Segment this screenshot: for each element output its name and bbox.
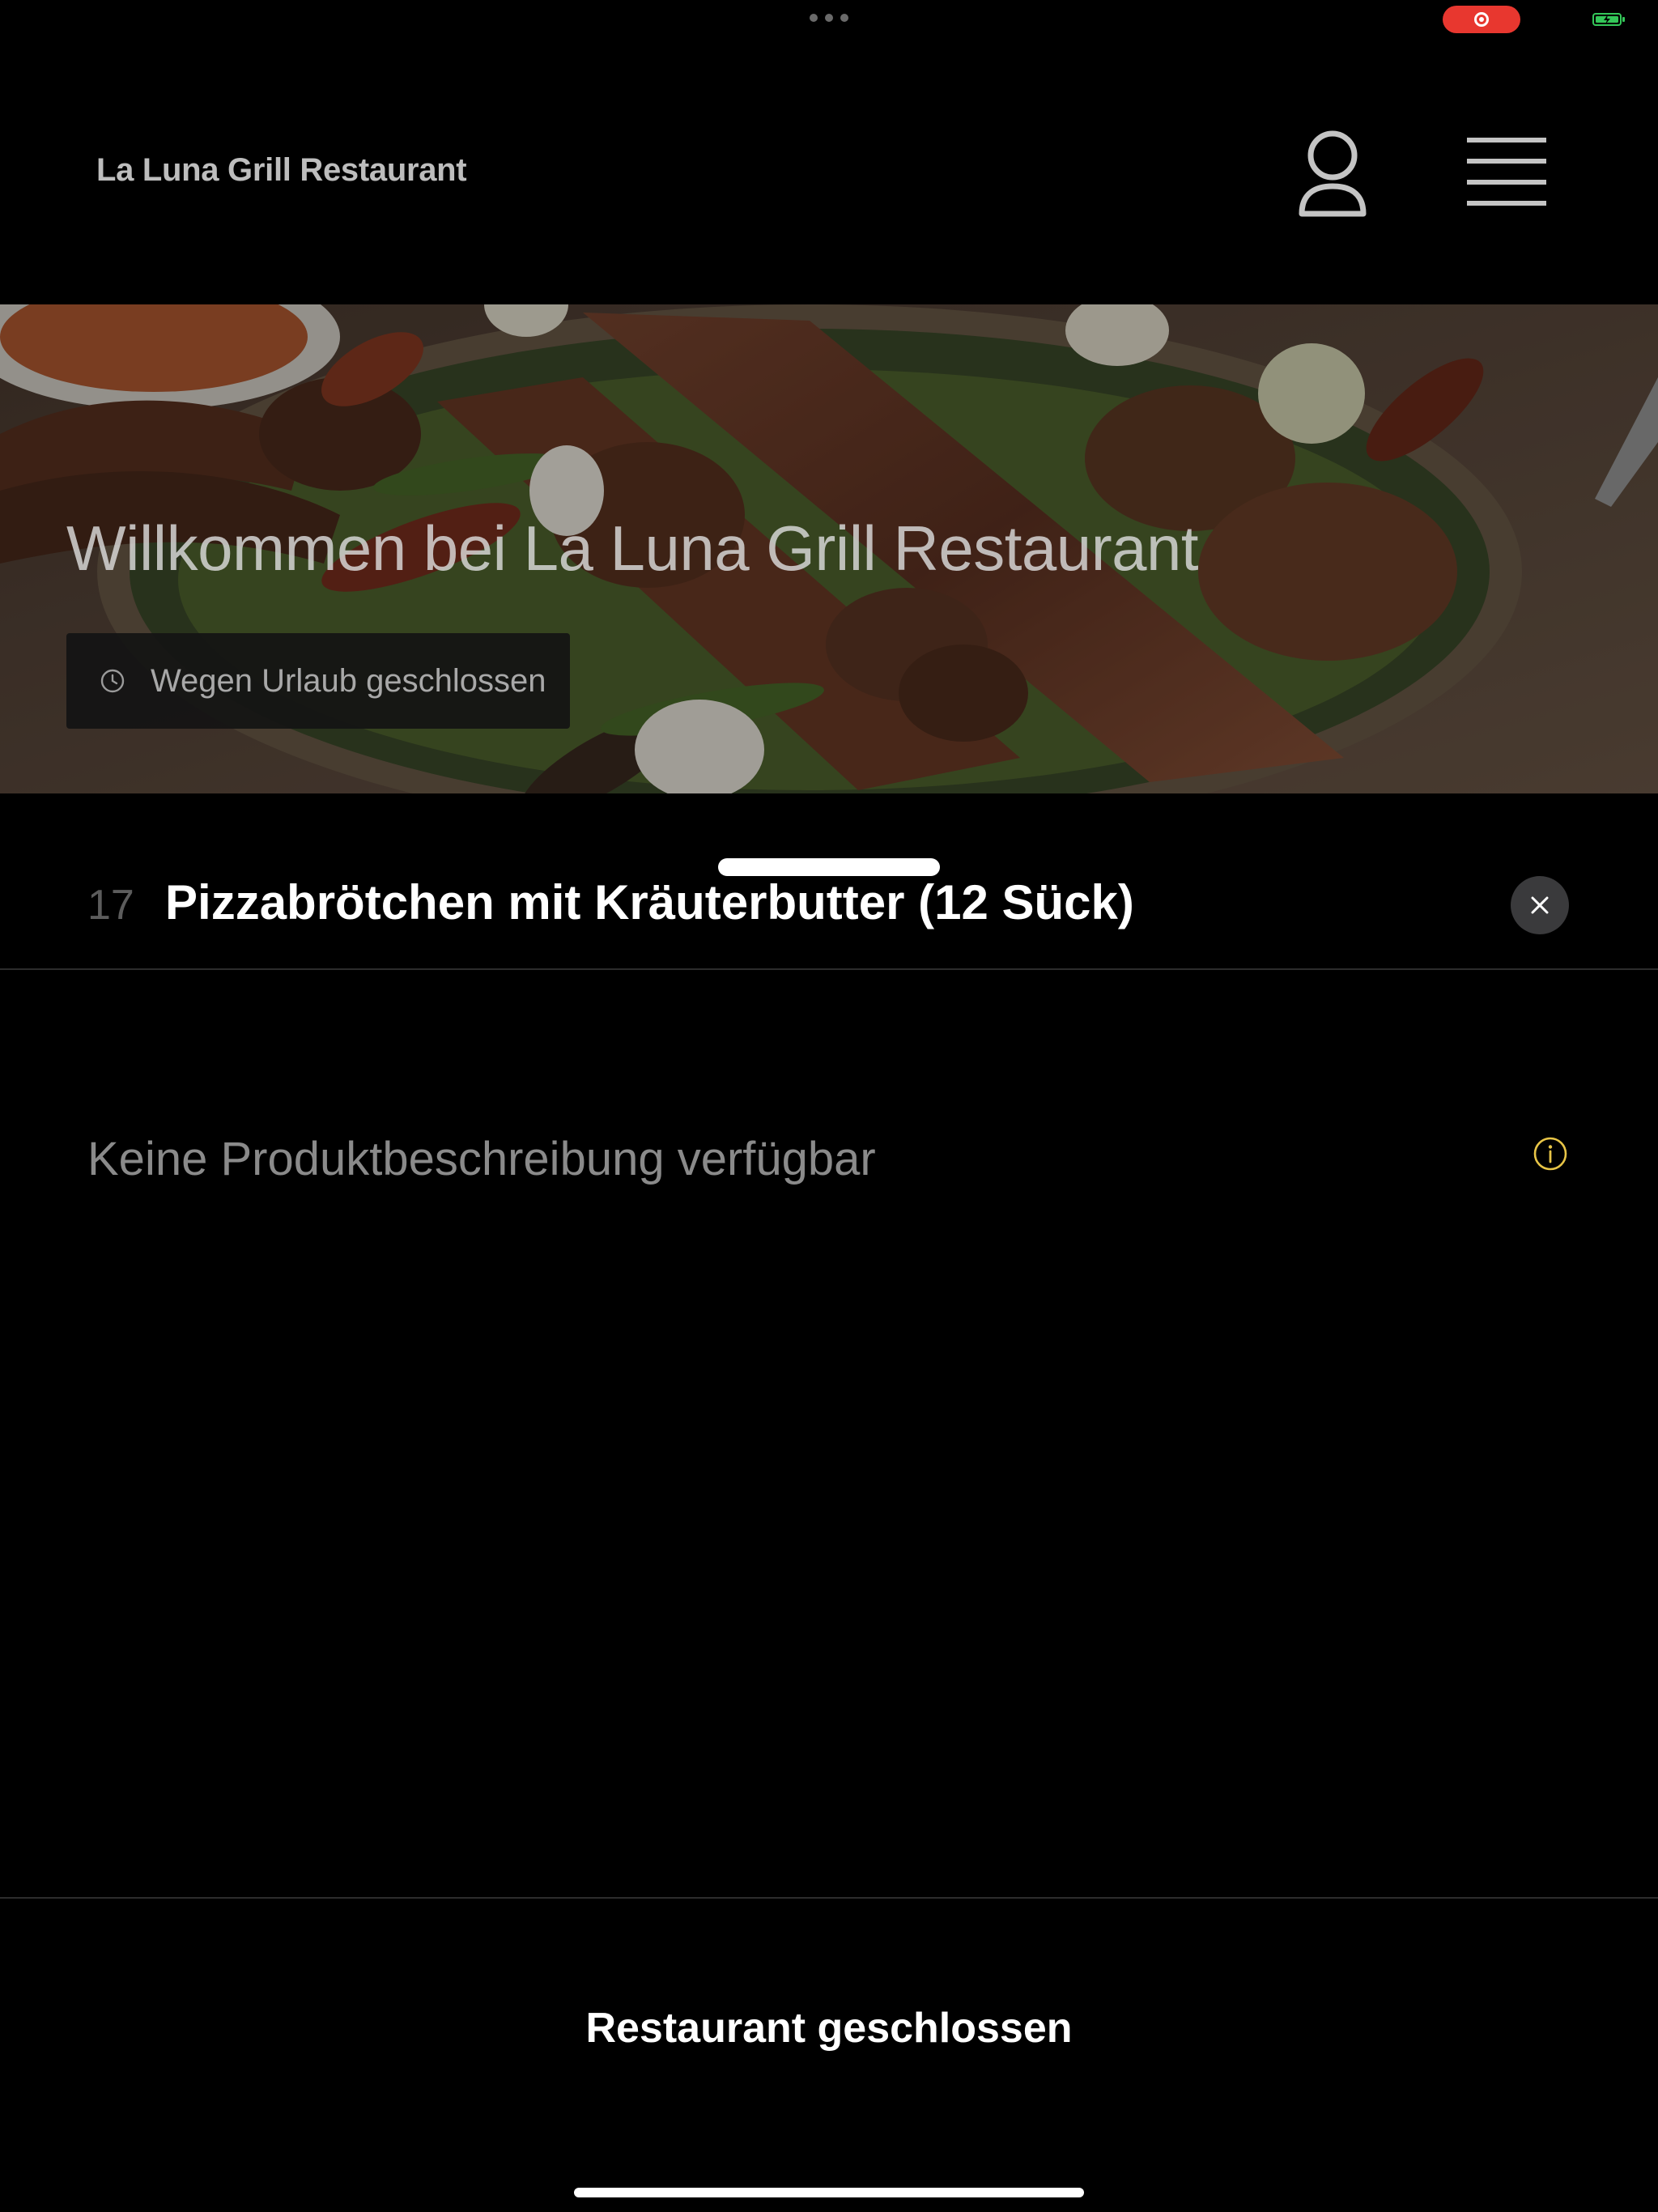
close-button[interactable] xyxy=(1511,876,1569,934)
status-bar xyxy=(0,0,1658,39)
hero-banner: Willkommen bei La Luna Grill Restaurant … xyxy=(0,304,1658,793)
clock-icon xyxy=(100,669,125,693)
screen-recording-indicator[interactable] xyxy=(1443,6,1520,33)
product-number: 17 xyxy=(87,882,134,929)
account-button[interactable] xyxy=(1292,123,1373,220)
multitasking-dots-icon[interactable] xyxy=(810,14,848,23)
sheet-grabber-handle[interactable] xyxy=(718,858,940,876)
close-icon xyxy=(1531,896,1549,914)
product-header: 17 Pizzabrötchen mit Kräuterbutter (12 S… xyxy=(0,793,1658,970)
record-icon xyxy=(1474,12,1489,27)
product-title: Pizzabrötchen mit Kräuterbutter (12 Sück… xyxy=(165,875,1134,929)
info-icon xyxy=(1533,1137,1567,1171)
footer-bar: Restaurant geschlossen xyxy=(0,1897,1658,2212)
app-header: La Luna Grill Restaurant xyxy=(0,39,1658,304)
info-button[interactable] xyxy=(1532,1135,1569,1172)
welcome-title: Willkommen bei La Luna Grill Restaurant xyxy=(66,513,1199,584)
home-indicator[interactable] xyxy=(574,2188,1084,2197)
person-outline-icon xyxy=(1299,130,1367,217)
battery-charging-icon xyxy=(1592,13,1625,26)
restaurant-closed-label: Restaurant geschlossen xyxy=(585,2005,1073,2052)
closed-status-badge: Wegen Urlaub geschlossen xyxy=(66,633,570,729)
hamburger-menu-icon xyxy=(1467,138,1546,206)
closed-status-text: Wegen Urlaub geschlossen xyxy=(151,662,546,699)
restaurant-name[interactable]: La Luna Grill Restaurant xyxy=(96,152,467,189)
product-description: Keine Produktbeschreibung verfügbar xyxy=(87,1133,876,1185)
menu-button[interactable] xyxy=(1464,134,1550,209)
